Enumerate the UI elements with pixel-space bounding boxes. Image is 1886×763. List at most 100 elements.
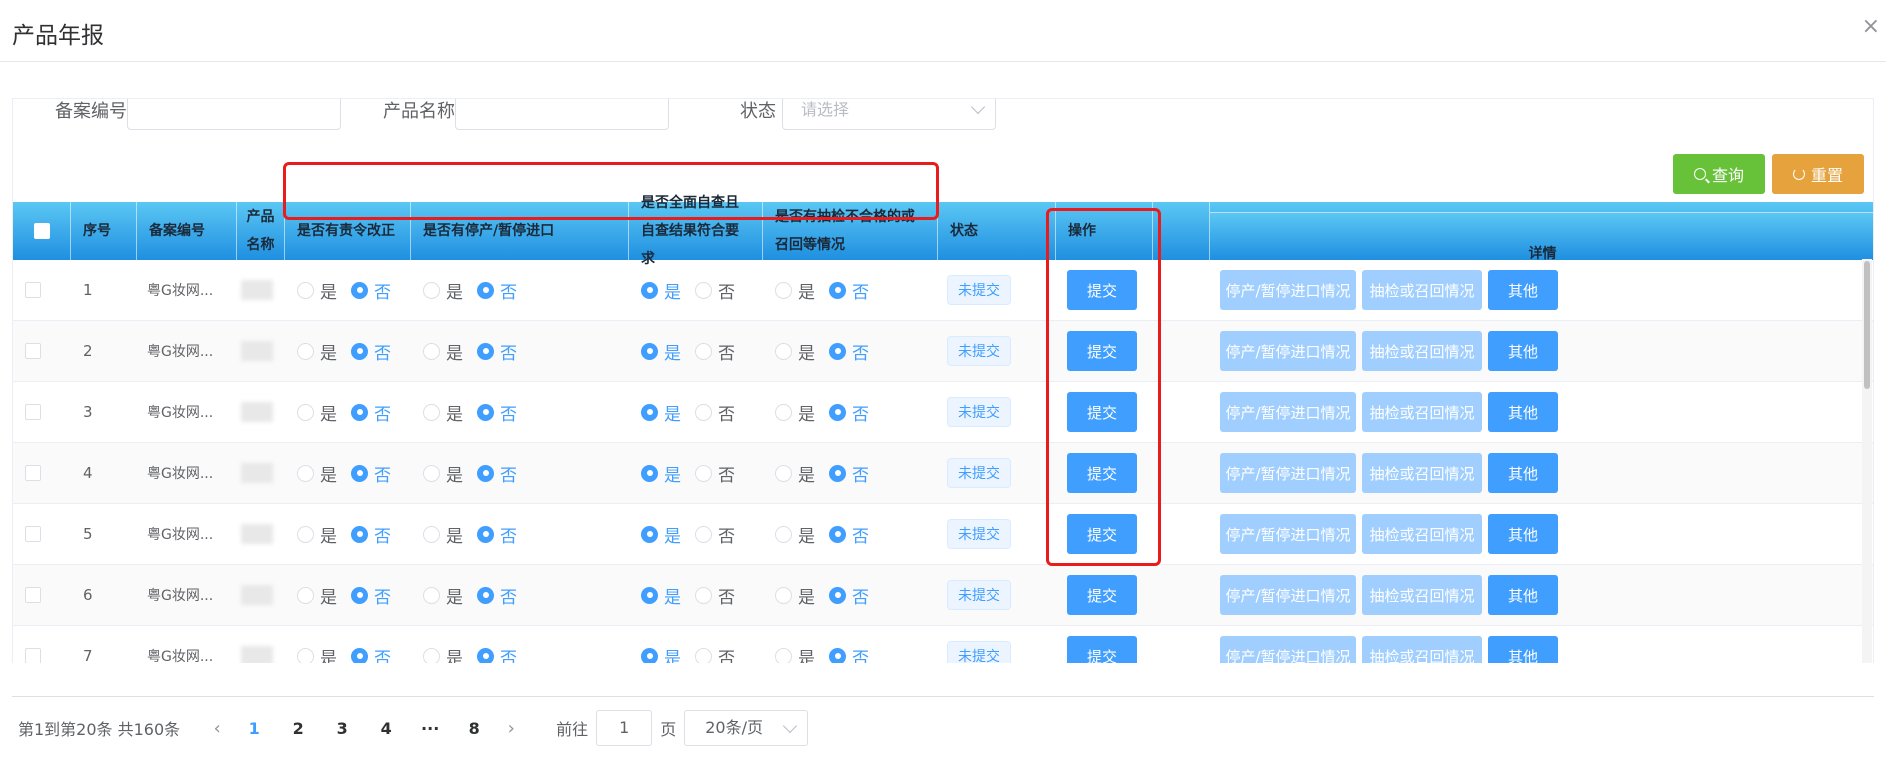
detail-stop-import-button[interactable]: 停产/暂停进口情况 <box>1220 636 1356 663</box>
radio-no[interactable]: 否 <box>829 522 869 547</box>
radio-yes[interactable]: 是 <box>641 583 681 608</box>
product-name-input[interactable] <box>455 99 669 130</box>
radio-no[interactable]: 否 <box>829 644 869 663</box>
detail-stop-import-button[interactable]: 停产/暂停进口情况 <box>1220 270 1356 310</box>
detail-other-button[interactable]: 其他 <box>1488 514 1558 554</box>
radio-yes[interactable]: 是 <box>641 400 681 425</box>
radio-no[interactable]: 否 <box>477 339 517 364</box>
next-page-icon[interactable]: › <box>496 718 526 739</box>
page-number[interactable]: 2 <box>276 719 320 738</box>
record-no-input[interactable] <box>127 99 341 130</box>
radio-yes[interactable]: 是 <box>297 461 337 486</box>
radio-no[interactable]: 否 <box>351 522 391 547</box>
detail-other-button[interactable]: 其他 <box>1488 636 1558 663</box>
radio-no[interactable]: 否 <box>477 644 517 663</box>
radio-no[interactable]: 否 <box>477 400 517 425</box>
radio-yes[interactable]: 是 <box>423 278 463 303</box>
radio-yes[interactable]: 是 <box>775 278 815 303</box>
page-number[interactable]: 8 <box>452 719 496 738</box>
radio-yes[interactable]: 是 <box>297 339 337 364</box>
radio-no[interactable]: 否 <box>477 278 517 303</box>
page-size-select[interactable]: 20条/页 <box>684 710 809 746</box>
detail-other-button[interactable]: 其他 <box>1488 575 1558 615</box>
close-icon[interactable]: × <box>1862 16 1880 38</box>
radio-yes[interactable]: 是 <box>641 278 681 303</box>
detail-stop-import-button[interactable]: 停产/暂停进口情况 <box>1220 514 1356 554</box>
radio-yes[interactable]: 是 <box>775 644 815 663</box>
detail-stop-import-button[interactable]: 停产/暂停进口情况 <box>1220 453 1356 493</box>
radio-yes[interactable]: 是 <box>423 644 463 663</box>
detail-stop-import-button[interactable]: 停产/暂停进口情况 <box>1220 331 1356 371</box>
radio-yes[interactable]: 是 <box>775 461 815 486</box>
radio-no[interactable]: 否 <box>351 339 391 364</box>
detail-sampling-recall-button[interactable]: 抽检或召回情况 <box>1362 514 1482 554</box>
radio-no[interactable]: 否 <box>351 278 391 303</box>
detail-sampling-recall-button[interactable]: 抽检或召回情况 <box>1362 636 1482 663</box>
radio-no[interactable]: 否 <box>351 461 391 486</box>
radio-yes[interactable]: 是 <box>297 278 337 303</box>
radio-no[interactable]: 否 <box>829 400 869 425</box>
radio-yes[interactable]: 是 <box>423 461 463 486</box>
radio-no[interactable]: 否 <box>695 583 735 608</box>
radio-yes[interactable]: 是 <box>297 400 337 425</box>
row-checkbox[interactable] <box>25 587 41 603</box>
radio-no[interactable]: 否 <box>695 400 735 425</box>
radio-no[interactable]: 否 <box>477 583 517 608</box>
radio-no[interactable]: 否 <box>477 461 517 486</box>
status-select[interactable]: 请选择 <box>782 99 996 130</box>
select-all-checkbox[interactable] <box>33 223 50 239</box>
row-checkbox[interactable] <box>25 343 41 359</box>
detail-other-button[interactable]: 其他 <box>1488 453 1558 493</box>
reset-button[interactable]: 重置 <box>1772 154 1864 194</box>
radio-yes[interactable]: 是 <box>297 644 337 663</box>
radio-yes[interactable]: 是 <box>423 583 463 608</box>
row-checkbox[interactable] <box>25 282 41 298</box>
radio-yes[interactable]: 是 <box>297 522 337 547</box>
row-checkbox[interactable] <box>25 648 41 663</box>
detail-stop-import-button[interactable]: 停产/暂停进口情况 <box>1220 575 1356 615</box>
detail-sampling-recall-button[interactable]: 抽检或召回情况 <box>1362 270 1482 310</box>
radio-no[interactable]: 否 <box>351 400 391 425</box>
radio-yes[interactable]: 是 <box>423 522 463 547</box>
radio-no[interactable]: 否 <box>695 278 735 303</box>
radio-no[interactable]: 否 <box>695 644 735 663</box>
detail-other-button[interactable]: 其他 <box>1488 331 1558 371</box>
page-number[interactable]: 1 <box>232 719 276 738</box>
radio-no[interactable]: 否 <box>829 583 869 608</box>
table-scrollbar[interactable] <box>1862 259 1872 663</box>
radio-yes[interactable]: 是 <box>775 400 815 425</box>
radio-no[interactable]: 否 <box>477 522 517 547</box>
radio-no[interactable]: 否 <box>351 644 391 663</box>
radio-yes[interactable]: 是 <box>775 339 815 364</box>
detail-sampling-recall-button[interactable]: 抽检或召回情况 <box>1362 392 1482 432</box>
radio-yes[interactable]: 是 <box>641 461 681 486</box>
prev-page-icon[interactable]: ‹ <box>202 718 232 739</box>
radio-yes[interactable]: 是 <box>641 644 681 663</box>
submit-button[interactable]: 提交 <box>1067 575 1137 615</box>
radio-no[interactable]: 否 <box>829 278 869 303</box>
scroll-thumb[interactable] <box>1864 261 1870 389</box>
detail-sampling-recall-button[interactable]: 抽检或召回情况 <box>1362 575 1482 615</box>
radio-yes[interactable]: 是 <box>423 400 463 425</box>
detail-sampling-recall-button[interactable]: 抽检或召回情况 <box>1362 453 1482 493</box>
radio-no[interactable]: 否 <box>695 339 735 364</box>
radio-no[interactable]: 否 <box>351 583 391 608</box>
radio-no[interactable]: 否 <box>695 522 735 547</box>
row-checkbox[interactable] <box>25 465 41 481</box>
detail-other-button[interactable]: 其他 <box>1488 270 1558 310</box>
row-checkbox[interactable] <box>25 404 41 420</box>
page-number[interactable]: 4 <box>364 719 408 738</box>
detail-stop-import-button[interactable]: 停产/暂停进口情况 <box>1220 392 1356 432</box>
detail-other-button[interactable]: 其他 <box>1488 392 1558 432</box>
detail-sampling-recall-button[interactable]: 抽检或召回情况 <box>1362 331 1482 371</box>
submit-button[interactable]: 提交 <box>1067 636 1137 663</box>
radio-yes[interactable]: 是 <box>297 583 337 608</box>
radio-no[interactable]: 否 <box>695 461 735 486</box>
page-number[interactable]: ··· <box>408 719 452 738</box>
radio-no[interactable]: 否 <box>829 339 869 364</box>
radio-yes[interactable]: 是 <box>641 522 681 547</box>
radio-yes[interactable]: 是 <box>423 339 463 364</box>
goto-input[interactable]: 1 <box>596 710 653 746</box>
radio-yes[interactable]: 是 <box>775 583 815 608</box>
radio-no[interactable]: 否 <box>829 461 869 486</box>
